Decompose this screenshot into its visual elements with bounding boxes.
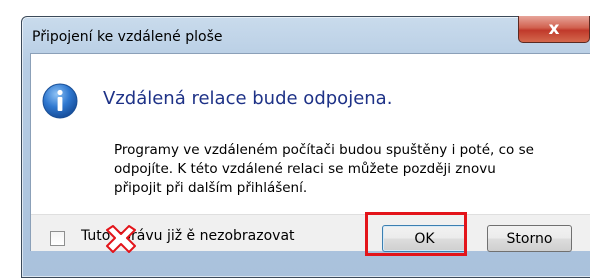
ok-highlight-box xyxy=(365,212,467,256)
message-line: připojit při dalším přihlášení. xyxy=(114,180,308,196)
cancel-button[interactable]: Storno xyxy=(487,225,572,252)
info-icon xyxy=(42,83,78,119)
red-cross-icon xyxy=(106,225,136,253)
message-body: Programy ve vzdáleném počítači budou spu… xyxy=(114,141,554,198)
message-line: odpojíte. K této vzdálené relaci se může… xyxy=(114,161,496,177)
message-line: Programy ve vzdáleném počítači budou spu… xyxy=(114,142,534,158)
close-button[interactable]: x xyxy=(518,16,590,43)
close-icon: x xyxy=(548,19,560,39)
dont-show-again-checkbox[interactable] xyxy=(50,231,65,246)
message-heading: Vzdálená relace bude odpojena. xyxy=(103,88,393,109)
window-title: Připojení ke vzdálené ploše xyxy=(32,29,223,45)
